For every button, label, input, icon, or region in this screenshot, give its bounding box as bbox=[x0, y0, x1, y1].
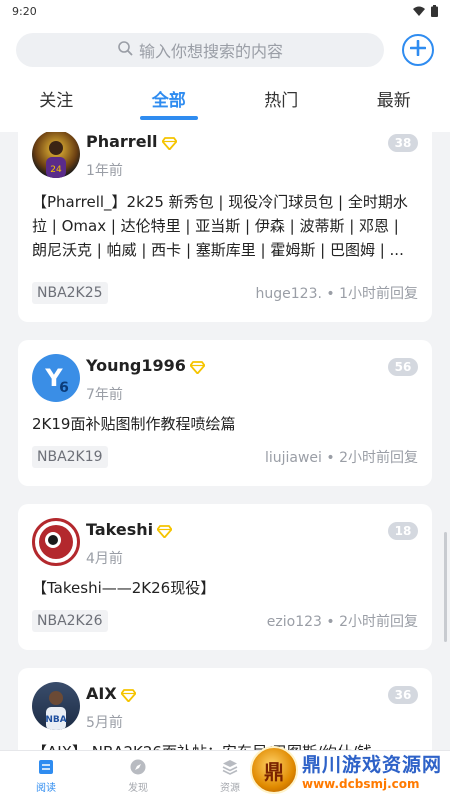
post-content[interactable]: 2K19面补贴图制作教程喷绘篇 bbox=[32, 412, 418, 436]
watermark-logo: 鼎 bbox=[250, 746, 298, 794]
author-name: Young1996 bbox=[86, 356, 186, 375]
nav-label: 阅读 bbox=[36, 782, 56, 794]
layers-icon bbox=[221, 758, 239, 776]
status-time: 9:20 bbox=[12, 4, 37, 18]
category-tabs: 关注 全部 热门 最新 bbox=[0, 80, 450, 124]
author-name: AIX bbox=[86, 684, 117, 703]
site-watermark: 鼎 鼎川游戏资源网 www.dcbsmj.com bbox=[250, 740, 450, 800]
post-feed[interactable]: 24 Pharrell 1年前 38 【Pharrell_】2k25 新秀包 |… bbox=[0, 132, 450, 750]
last-reply-info: ezio123 • 2小时前回复 bbox=[266, 614, 418, 630]
post-card[interactable]: NBA AIX 5月前 36 【AIX】 NBA2K26面补帖：安东尼/巴图斯/… bbox=[18, 668, 432, 750]
avatar[interactable]: 24 bbox=[32, 132, 80, 178]
search-row: 输入你想搜索的内容 bbox=[16, 32, 434, 68]
header: 输入你想搜索的内容 关注 全部 热门 最新 bbox=[0, 22, 450, 132]
post-time: 7年前 bbox=[86, 387, 123, 403]
plus-icon bbox=[409, 39, 427, 60]
reply-count-badge: 56 bbox=[388, 358, 418, 376]
post-content[interactable]: 【Takeshi——2K26现役】 bbox=[32, 576, 418, 600]
tab-all[interactable]: 全部 bbox=[113, 80, 226, 124]
battery-icon bbox=[431, 5, 438, 17]
svg-text:NBA: NBA bbox=[45, 715, 66, 725]
tab-label: 最新 bbox=[376, 91, 411, 111]
search-input[interactable]: 输入你想搜索的内容 bbox=[16, 33, 384, 67]
search-icon bbox=[117, 40, 133, 60]
post-content[interactable]: 【Pharrell_】2k25 新秀包 | 现役冷门球员包 | 全时期水拉 | … bbox=[32, 190, 418, 262]
reply-count-badge: 36 bbox=[388, 686, 418, 704]
vip-gem-icon bbox=[189, 359, 206, 375]
search-placeholder: 输入你想搜索的内容 bbox=[138, 42, 283, 61]
compass-icon bbox=[129, 758, 147, 776]
tab-label: 关注 bbox=[39, 91, 74, 111]
reply-count-badge: 18 bbox=[388, 522, 418, 540]
svg-text:24: 24 bbox=[50, 165, 62, 175]
wifi-icon bbox=[413, 6, 425, 16]
post-card[interactable]: 24 Pharrell 1年前 38 【Pharrell_】2k25 新秀包 |… bbox=[18, 132, 432, 322]
tab-label: 全部 bbox=[151, 91, 186, 111]
avatar[interactable]: NBA bbox=[32, 682, 80, 730]
tab-latest[interactable]: 最新 bbox=[338, 80, 450, 124]
author-name: Takeshi bbox=[86, 520, 154, 539]
post-time: 5月前 bbox=[86, 715, 123, 731]
avatar[interactable] bbox=[32, 518, 80, 566]
nav-label: 发现 bbox=[128, 782, 148, 794]
vip-gem-icon bbox=[161, 135, 177, 151]
nav-read[interactable]: 阅读 bbox=[0, 751, 92, 800]
author-name: Pharrell bbox=[86, 132, 158, 151]
svg-text:6: 6 bbox=[59, 380, 69, 396]
nav-discover[interactable]: 发现 bbox=[92, 751, 184, 800]
post-author[interactable]: Pharrell bbox=[86, 132, 177, 151]
game-tag[interactable]: NBA2K25 bbox=[32, 282, 108, 304]
post-card[interactable]: Y6 Young1996 7年前 56 2K19面补贴图制作教程喷绘篇 NBA2… bbox=[18, 340, 432, 486]
watermark-url: www.dcbsmj.com bbox=[302, 776, 420, 791]
watermark-title: 鼎川游戏资源网 bbox=[302, 753, 443, 776]
post-card[interactable]: Takeshi 4月前 18 【Takeshi——2K26现役】 NBA2K26… bbox=[18, 504, 432, 650]
game-tag[interactable]: NBA2K19 bbox=[32, 446, 108, 468]
tab-hot[interactable]: 热门 bbox=[225, 80, 338, 124]
status-icons bbox=[413, 5, 438, 17]
vip-gem-icon bbox=[120, 687, 137, 703]
post-author[interactable]: AIX bbox=[86, 684, 137, 703]
post-author[interactable]: Takeshi bbox=[86, 520, 173, 539]
vip-gem-icon bbox=[156, 523, 173, 539]
last-reply-info: liujiawei • 2小时前回复 bbox=[264, 450, 418, 466]
scrollbar-thumb[interactable] bbox=[444, 532, 447, 642]
post-author[interactable]: Young1996 bbox=[86, 356, 206, 375]
status-bar: 9:20 bbox=[0, 0, 450, 22]
watermark-text: 鼎川游戏资源网 www.dcbsmj.com bbox=[302, 750, 442, 791]
book-icon bbox=[37, 758, 55, 776]
avatar[interactable]: Y6 bbox=[32, 354, 80, 402]
post-time: 1年前 bbox=[86, 163, 123, 179]
post-time: 4月前 bbox=[86, 551, 123, 567]
tab-follow[interactable]: 关注 bbox=[0, 80, 113, 124]
nav-label: 资源 bbox=[220, 782, 240, 794]
reply-count-badge: 38 bbox=[388, 134, 418, 152]
add-post-button[interactable] bbox=[402, 34, 434, 66]
tab-label: 热门 bbox=[264, 91, 299, 111]
last-reply-info: huge123. • 1小时前回复 bbox=[255, 286, 418, 302]
game-tag[interactable]: NBA2K26 bbox=[32, 610, 108, 632]
tab-indicator bbox=[139, 116, 198, 120]
